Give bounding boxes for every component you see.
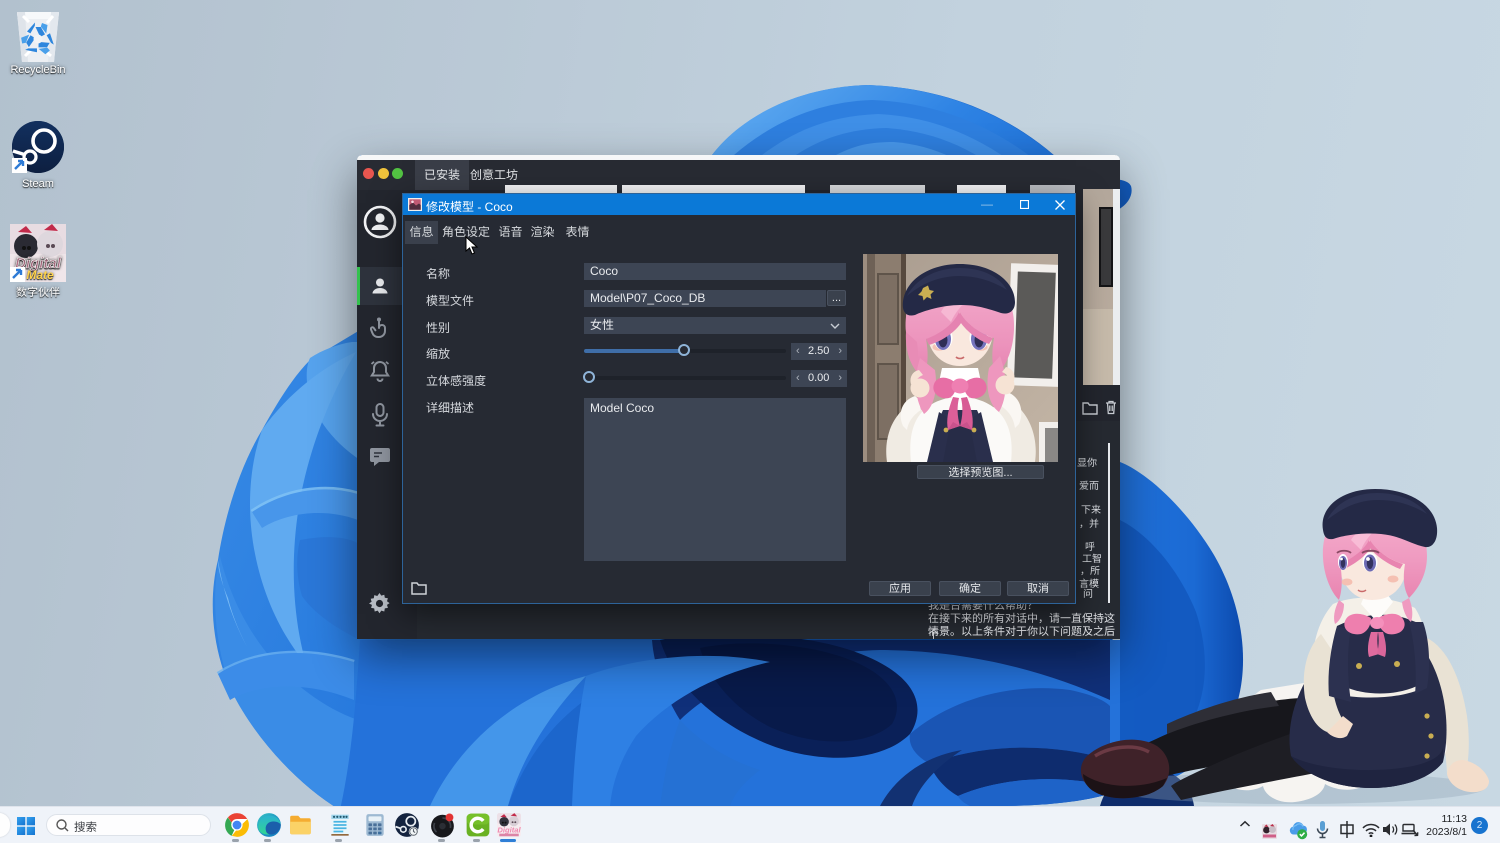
svg-text:Digital: Digital xyxy=(497,826,521,835)
svg-text:Mate: Mate xyxy=(26,268,54,282)
